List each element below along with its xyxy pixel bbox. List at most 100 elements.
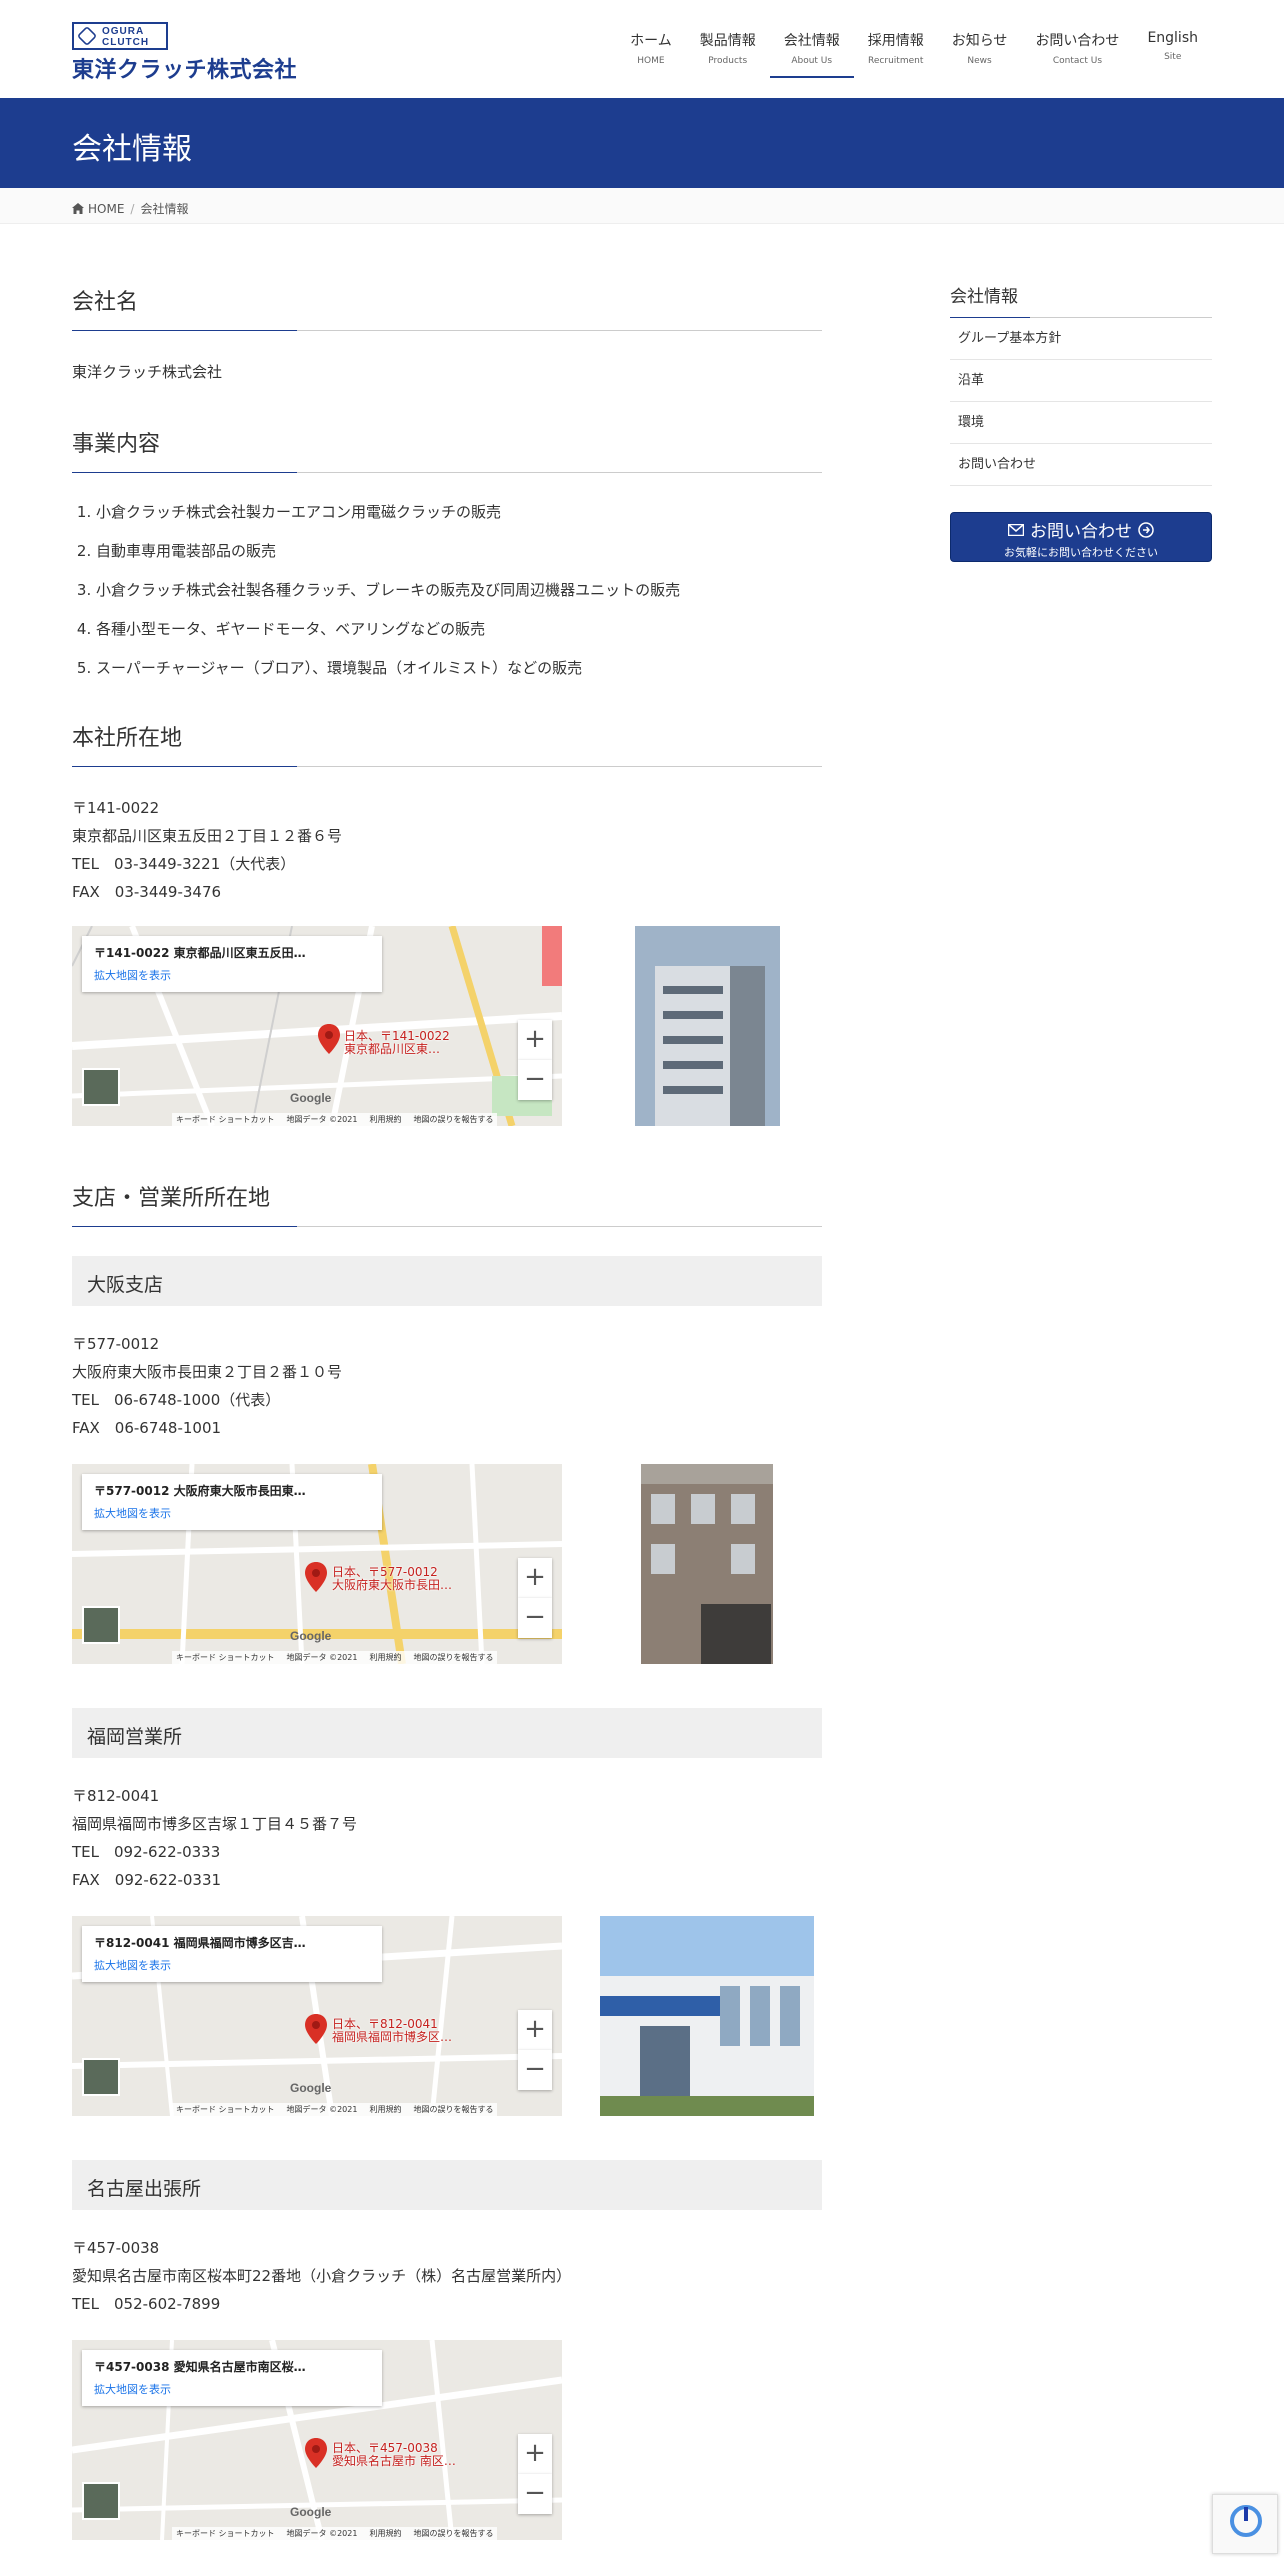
recaptcha-badge[interactable] [1212,2494,1278,2554]
fukuoka-fax: FAX 092-622-0331 [72,1871,222,1889]
zoom-out-button[interactable]: − [518,1060,552,1100]
zoom-out-button[interactable]: − [518,2474,552,2514]
google-logo: Google [290,1629,332,1643]
logo-hex-icon [76,25,98,47]
map-card-address: 〒457-0038 愛知県名古屋市南区桜… [94,2360,306,2374]
sidebar-item-environment[interactable]: 環境 [950,402,1212,444]
map-card-address: 〒141-0022 東京都品川区東五反田… [94,946,306,960]
hq-tel: TEL 03-3449-3221（大代表） [72,855,296,873]
nagoya-zip: 〒457-0038 [72,2239,160,2257]
map-footer-shortcuts[interactable]: キーボード ショートカット [176,1652,275,1663]
list-item: スーパーチャージャー（ブロア）、環境製品（オイルミスト）などの販売 [96,658,822,678]
map-footer: キーボード ショートカット 地図データ ©2021 利用規約 地図の誤りを報告す… [172,2527,498,2540]
sidebar-item-contact[interactable]: お問い合わせ [950,444,1212,486]
site-header: OGURA CLUTCH 東洋クラッチ株式会社 ホーム HOME 製品情報 Prod… [0,0,1284,98]
fukuoka-tel: TEL 092-622-0333 [72,1843,221,1861]
nav-label: English [1147,30,1198,46]
google-logo: Google [290,2081,332,2095]
map-footer-data: 地図データ ©2021 [286,1115,358,1124]
map-footer-terms[interactable]: 利用規約 [369,1652,401,1663]
company-name-value: 東洋クラッチ株式会社 [72,363,223,381]
map-footer-terms[interactable]: 利用規約 [369,2104,401,2115]
business-list: 小倉クラッチ株式会社製カーエアコン用電磁クラッチの販売 自動車専用電装部品の販売… [72,502,822,697]
company-name-heading: 会社名 [72,284,822,331]
hq-zip: 〒141-0022 [72,799,160,817]
nav-label: お問い合わせ [1035,33,1120,49]
envelope-icon [1008,523,1024,536]
map-footer-shortcuts[interactable]: キーボード ショートカット [176,2528,275,2539]
breadcrumb-current: 会社情報 [140,202,189,216]
map-pin-icon[interactable] [305,2438,327,2468]
sidebar-item-group-policy[interactable]: グループ基本方針 [950,318,1212,360]
nav-contact-us[interactable]: お問い合わせ Contact Us [1021,30,1133,78]
map-footer: キーボード ショートカット 地図データ ©2021 利用規約 地図の誤りを報告す… [172,2103,498,2116]
map-enlarge-link[interactable]: 拡大地図を表示 [94,1957,370,1973]
breadcrumb-home-link[interactable]: HOME [88,202,124,216]
map-pin-icon[interactable] [305,1562,327,1592]
sidebar-item-history[interactable]: 沿革 [950,360,1212,402]
osaka-map[interactable]: 〒577-0012 大阪府東大阪市長田東… 拡大地図を表示 日本、〒577-00… [72,1464,562,1664]
recaptcha-icon [1230,2505,1262,2537]
sidebar-heading: 会社情報 [950,282,1212,318]
satellite-toggle[interactable] [82,1068,120,1106]
map-info-card: 〒577-0012 大阪府東大阪市長田東… 拡大地図を表示 [82,1474,382,1530]
map-pin-icon[interactable] [305,2014,327,2044]
zoom-in-button[interactable]: + [518,2010,552,2050]
nav-english-site[interactable]: English Site [1133,30,1212,78]
map-footer-shortcuts[interactable]: キーボード ショートカット [176,2104,275,2115]
nav-about-us[interactable]: 会社情報 About Us [769,30,854,78]
logo-en-text: OGURA CLUTCH [102,26,150,48]
zoom-in-button[interactable]: + [518,2434,552,2474]
nav-recruitment[interactable]: 採用情報 Recruitment [854,30,938,78]
list-item: 小倉クラッチ株式会社製カーエアコン用電磁クラッチの販売 [96,502,822,522]
zoom-in-button[interactable]: + [518,1020,552,1060]
nav-products[interactable]: 製品情報 Products [686,30,770,78]
map-footer-shortcuts[interactable]: キーボード ショートカット [176,1114,275,1125]
map-info-card: 〒457-0038 愛知県名古屋市南区桜… 拡大地図を表示 [82,2350,382,2406]
map-footer-report[interactable]: 地図の誤りを報告する [413,1652,493,1663]
zoom-out-button[interactable]: − [518,2050,552,2090]
nav-sublabel: About Us [791,56,833,66]
fukuoka-building-photo [600,1916,814,2116]
map-enlarge-link[interactable]: 拡大地図を表示 [94,967,370,983]
hq-map[interactable]: 〒141-0022 東京都品川区東五反田… 拡大地図を表示 日本、〒141-00… [72,926,562,1126]
map-pin-label: 日本、〒141-0022 東京都品川区東… [344,1029,450,1056]
map-pin-icon[interactable] [318,1024,340,1054]
contact-button[interactable]: お問い合わせ お気軽にお問い合わせください [950,512,1212,562]
nagoya-tel: TEL 052-602-7899 [72,2295,221,2313]
page-title: 会社情報 [72,132,192,167]
fukuoka-map[interactable]: 〒812-0041 福岡県福岡市博多区吉… 拡大地図を表示 日本、〒812-00… [72,1916,562,2116]
map-footer-terms[interactable]: 利用規約 [369,1114,401,1125]
map-footer-terms[interactable]: 利用規約 [369,2528,401,2539]
map-card-address: 〒577-0012 大阪府東大阪市長田東… [94,1484,306,1498]
nav-home[interactable]: ホーム HOME [616,30,686,78]
company-logo[interactable]: OGURA CLUTCH 東洋クラッチ株式会社 [72,22,302,83]
satellite-toggle[interactable] [82,2482,120,2520]
map-footer-report[interactable]: 地図の誤りを報告する [413,2528,493,2539]
nagoya-map[interactable]: 〒457-0038 愛知県名古屋市南区桜… 拡大地図を表示 日本、〒457-00… [72,2340,562,2540]
map-enlarge-link[interactable]: 拡大地図を表示 [94,1505,370,1521]
map-footer-report[interactable]: 地図の誤りを報告する [413,2104,493,2115]
map-footer-report[interactable]: 地図の誤りを報告する [413,1114,493,1125]
hq-address: 〒141-0022 東京都品川区東五反田２丁目１２番６号 TEL 03-3449… [72,794,342,906]
nav-sublabel: News [967,56,992,66]
breadcrumb: HOME / 会社情報 [0,188,1284,224]
logo-mark: OGURA CLUTCH [72,22,168,50]
nav-sublabel: HOME [637,56,665,66]
arrow-circle-right-icon [1138,521,1154,538]
zoom-out-button[interactable]: − [518,1598,552,1638]
nav-news[interactable]: お知らせ News [938,30,1022,78]
osaka-address: 〒577-0012 大阪府東大阪市長田東２丁目２番１０号 TEL 06-6748… [72,1330,342,1442]
google-logo: Google [290,1091,332,1105]
page-title-band: 会社情報 [0,98,1284,188]
satellite-toggle[interactable] [82,2058,120,2096]
fukuoka-street: 福岡県福岡市博多区吉塚１丁目４５番７号 [72,1815,358,1833]
hq-street: 東京都品川区東五反田２丁目１２番６号 [72,827,343,845]
map-enlarge-link[interactable]: 拡大地図を表示 [94,2381,370,2397]
map-info-card: 〒141-0022 東京都品川区東五反田… 拡大地図を表示 [82,936,382,992]
zoom-in-button[interactable]: + [518,1558,552,1598]
satellite-toggle[interactable] [82,1606,120,1644]
hq-building-photo [635,926,780,1126]
osaka-zip: 〒577-0012 [72,1335,160,1353]
contact-button-sublabel: お気軽にお問い合わせください [1004,546,1158,559]
